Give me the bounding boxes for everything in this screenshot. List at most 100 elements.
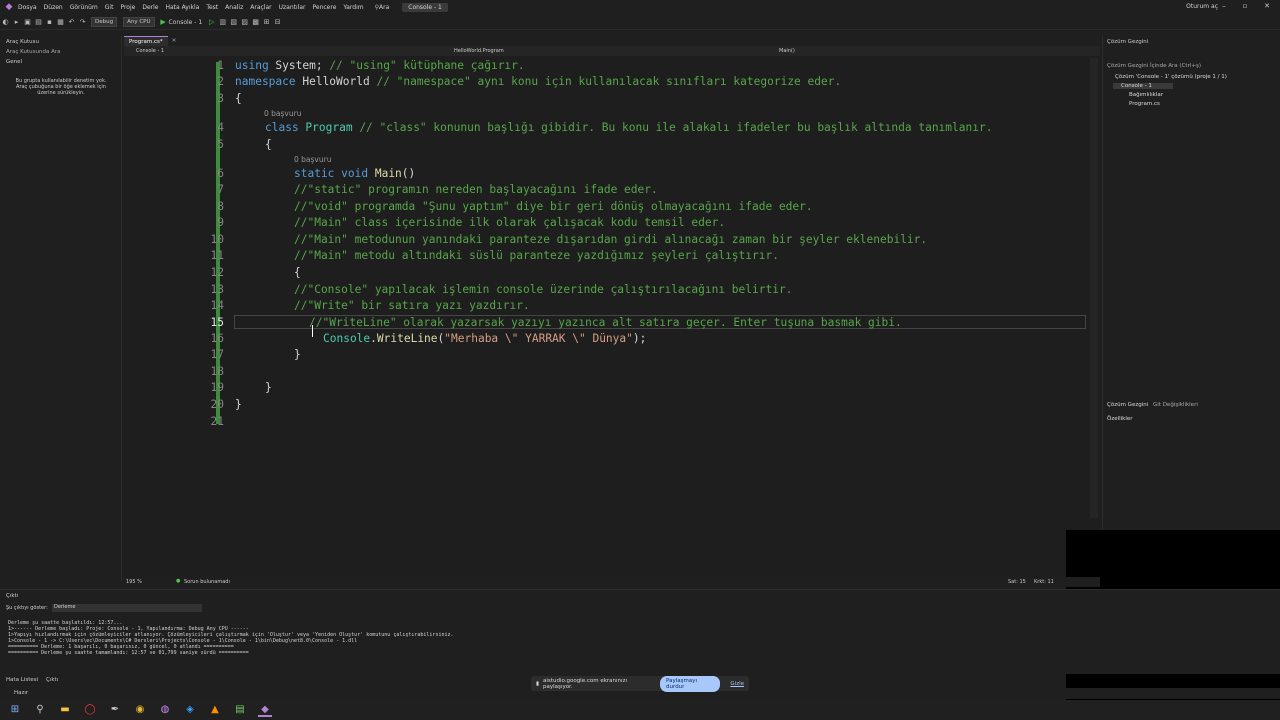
visual-studio-logo-icon: ◆ [5,2,13,12]
navigation-bar: Console - 1 HelloWorld.Program Main() [124,46,1100,56]
file-explorer-icon[interactable]: ▬ [58,703,72,717]
toolbox-search[interactable]: Araç Kutusunda Ara [6,49,60,55]
code-line-3: { [235,92,242,105]
tool-icon-5[interactable]: ⊞ [262,18,271,27]
line-number: 1 [217,59,224,72]
menu-git[interactable]: Git [105,4,114,11]
pause-icon: ▮ [536,680,540,687]
menu-tools[interactable]: Araçlar [250,4,271,11]
screen-share-bar: ▮ aistudio.google.com ekranınızı paylaşı… [531,675,749,692]
vscode-icon[interactable]: ◈ [183,703,197,717]
sign-in-link[interactable]: Oturum aç [1186,3,1218,10]
tab-output[interactable]: Çıktı [46,677,58,683]
output-title: Çıktı [6,593,19,599]
share-text: aistudio.google.com ekranınızı paylaşıyo… [543,677,627,690]
program-cs-node[interactable]: Program.cs [1129,101,1160,107]
menu-analyze[interactable]: Analiz [225,4,243,11]
opera-icon[interactable]: ◯ [83,703,97,717]
redo-icon[interactable]: ↷ [78,18,87,27]
tab-program-cs[interactable]: Program.cs* [124,36,168,46]
editor-status-bar: 195 % ● Sorun bulunamadı Sat: 15 Krkt: 1… [124,577,1100,587]
nav-class[interactable]: HelloWorld.Program [454,48,504,54]
nav-member[interactable]: Main() [779,48,795,54]
tool-icon-2[interactable]: ▧ [229,18,238,27]
visual-studio-icon[interactable]: ◆ [258,703,272,717]
platform-select[interactable]: Any CPU [123,17,155,27]
app-icon[interactable]: ◍ [158,703,172,717]
tab-error-list[interactable]: Hata Listesi [6,677,38,683]
new-file-icon[interactable]: ▣ [23,18,32,27]
line-number: 17 [210,348,224,361]
menu-edit[interactable]: Düzen [44,4,63,11]
menu-extensions[interactable]: Uzantılar [279,4,306,11]
line-number: 10 [210,233,224,246]
line-number: 21 [210,415,224,428]
dependencies-node[interactable]: Bağımlılıklar [1129,92,1163,98]
menu-project[interactable]: Proje [120,4,135,11]
undo-icon[interactable]: ↶ [67,18,76,27]
open-icon[interactable]: ▤ [34,18,43,27]
project-node[interactable]: Console - 1 [1113,83,1173,89]
toolbox-empty-text: Bu grupta kullanılabilir denetim yok. Ar… [15,78,107,96]
run-without-debug-icon[interactable]: ▷ [207,18,216,27]
pen-icon[interactable]: ✒ [108,703,122,717]
vlc-icon[interactable]: ▲ [208,703,222,717]
issues-status[interactable]: Sorun bulunamadı [184,579,230,585]
solution-node[interactable]: Çözüm 'Console - 1' çözümü (proje 1 / 1) [1115,74,1227,80]
code-line-13: //"Console" yapılacak işlemin console üz… [294,283,793,296]
menu-debug[interactable]: Hata Ayıkla [165,4,199,11]
run-button[interactable]: Console - 1 [169,19,203,26]
output-show-label: Şu çıktıyı göster: [6,605,48,611]
menu-search[interactable]: Ara [379,4,389,11]
line-number: 15 [210,316,224,329]
zoom-level[interactable]: 195 % [126,579,142,585]
nav-project[interactable]: Console - 1 [136,48,164,54]
solution-explorer-panel: Çözüm Gezgini Çözüm Gezgini İçinde Ara (… [1102,36,1280,581]
search-icon[interactable]: ⚲ [33,703,47,717]
solution-search[interactable]: Çözüm Gezgini İçinde Ara (Ctrl+ş) [1107,63,1201,69]
chrome-icon[interactable]: ◉ [133,703,147,717]
forward-icon[interactable]: ▸ [12,18,21,27]
line-number: 2 [217,75,224,88]
code-line-8: //"void" programda "Şunu yaptım" diye bi… [294,200,813,213]
menu-build[interactable]: Derle [142,4,158,11]
menu-test[interactable]: Test [206,4,218,11]
references-codelens[interactable]: 0 başvuru [294,155,331,164]
maximize-icon[interactable]: ▫ [1240,2,1250,12]
close-icon[interactable]: ✕ [1262,2,1272,12]
config-select[interactable]: Debug [91,17,118,27]
editor-scrollbar[interactable] [1090,58,1098,518]
tool-icon-6[interactable]: ⊟ [273,18,282,27]
line-number: 19 [210,381,224,394]
windows-start-icon[interactable]: ⊞ [8,703,22,717]
menu-file[interactable]: Dosya [18,4,37,11]
code-line-7: //"static" programın nereden başlayacağı… [294,183,658,196]
references-codelens[interactable]: 0 başvuru [264,109,301,118]
toolbox-group[interactable]: Genel [6,59,22,65]
code-line-12: { [294,266,301,279]
check-icon: ● [176,578,181,584]
save-icon[interactable]: ▪ [45,18,54,27]
menu-view[interactable]: Görünüm [70,4,98,11]
back-icon[interactable]: ◐ [1,18,10,27]
tab-solution-explorer[interactable]: Çözüm Gezgini [1107,402,1148,408]
code-line-6: static void Main() [294,167,416,180]
tab-git-changes[interactable]: Git Değişiklikleri [1153,402,1198,408]
tool-icon-1[interactable]: ▥ [218,18,227,27]
output-source-select[interactable]: Derleme [52,604,202,612]
save-all-icon[interactable]: ▦ [56,18,65,27]
solution-explorer-title: Çözüm Gezgini [1107,39,1149,45]
run-icon[interactable]: ▶ [159,18,168,27]
notepad-icon[interactable]: ▤ [233,703,247,717]
minimize-icon[interactable]: – [1219,2,1229,12]
line-number: 18 [210,365,224,378]
hide-button[interactable]: Gizle [730,681,744,687]
line-number: 6 [217,167,224,180]
menu-help[interactable]: Yardım [343,4,363,11]
menu-window[interactable]: Pencere [312,4,336,11]
code-area[interactable]: 0 başvuru 0 başvuru using System; // "us… [124,58,1090,438]
stop-sharing-button[interactable]: Paylaşmayı durdur [660,675,721,692]
tool-icon-4[interactable]: ▩ [251,18,260,27]
tab-close-icon[interactable]: ✕ [172,38,177,44]
tool-icon-3[interactable]: ▨ [240,18,249,27]
